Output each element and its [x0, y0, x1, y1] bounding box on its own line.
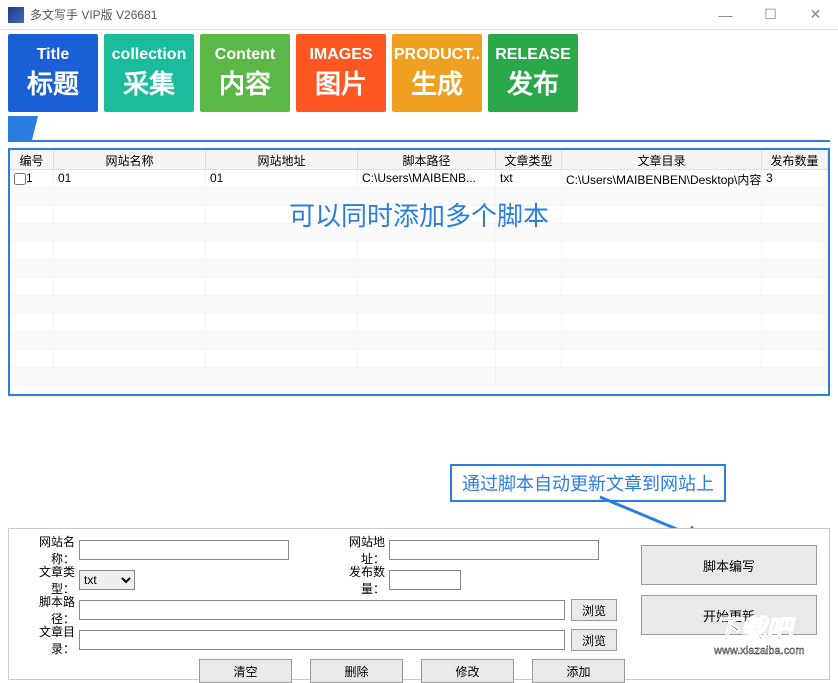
delete-button[interactable]: 删除 — [310, 659, 403, 683]
article-dir-input[interactable] — [79, 630, 565, 650]
header-addr[interactable]: 网站地址 — [206, 150, 358, 169]
browse-script-button[interactable]: 浏览 — [571, 599, 617, 621]
table-row[interactable] — [10, 314, 828, 332]
images-button[interactable]: IMAGES图片 — [296, 34, 386, 112]
modify-button[interactable]: 修改 — [421, 659, 514, 683]
content-button[interactable]: Content内容 — [200, 34, 290, 112]
tab-bar — [8, 116, 830, 142]
header-name[interactable]: 网站名称 — [54, 150, 206, 169]
site-name-input[interactable] — [79, 540, 289, 560]
header-dir[interactable]: 文章目录 — [562, 150, 762, 169]
close-button[interactable]: ✕ — [793, 0, 838, 30]
start-update-button[interactable]: 开始更新 — [641, 595, 817, 635]
minimize-button[interactable]: — — [703, 0, 748, 30]
table-row[interactable] — [10, 242, 828, 260]
script-path-input[interactable] — [79, 600, 565, 620]
header-type[interactable]: 文章类型 — [496, 150, 562, 169]
header-id[interactable]: 编号 — [10, 150, 54, 169]
site-addr-input[interactable] — [389, 540, 599, 560]
clear-button[interactable]: 清空 — [199, 659, 292, 683]
table-row[interactable] — [10, 224, 828, 242]
article-type-select[interactable]: txt — [79, 570, 135, 590]
label-article-dir: 文章目录： — [19, 623, 79, 657]
titlebar: 多文写手 VIP版 V26681 — ☐ ✕ — [0, 0, 838, 30]
app-icon — [8, 7, 24, 23]
window-controls: — ☐ ✕ — [703, 0, 838, 30]
label-article-type: 文章类型： — [19, 563, 79, 597]
add-button[interactable]: 添加 — [532, 659, 625, 683]
maximize-button[interactable]: ☐ — [748, 0, 793, 30]
header-script[interactable]: 脚本路径 — [358, 150, 496, 169]
product-button[interactable]: PRODUCT..生成 — [392, 34, 482, 112]
form-panel: 网站名称： 网站地址： 文章类型： txt 发布数量： 脚本路径： 浏览 文章目… — [8, 528, 830, 680]
label-site-addr: 网站地址： — [329, 533, 389, 567]
script-table: 编号 网站名称 网站地址 脚本路径 文章类型 文章目录 发布数量 1 01 01… — [8, 148, 830, 396]
script-edit-button[interactable]: 脚本编写 — [641, 545, 817, 585]
label-publish-count: 发布数量： — [329, 563, 389, 597]
table-row[interactable] — [10, 350, 828, 368]
table-row[interactable] — [10, 332, 828, 350]
title-button[interactable]: Title标题 — [8, 34, 98, 112]
active-tab-indicator[interactable] — [8, 116, 38, 140]
row-checkbox[interactable] — [14, 173, 26, 185]
table-header: 编号 网站名称 网站地址 脚本路径 文章类型 文章目录 发布数量 — [10, 150, 828, 170]
label-script-path: 脚本路径： — [19, 593, 79, 627]
release-button[interactable]: RELEASE发布 — [488, 34, 578, 112]
table-row[interactable] — [10, 206, 828, 224]
main-toolbar: Title标题 collection采集 Content内容 IMAGES图片 … — [0, 30, 838, 116]
publish-count-input[interactable] — [389, 570, 461, 590]
table-row[interactable] — [10, 368, 828, 386]
table-row[interactable] — [10, 260, 828, 278]
annotation-note: 通过脚本自动更新文章到网站上 — [450, 464, 726, 502]
table-row[interactable] — [10, 296, 828, 314]
header-count[interactable]: 发布数量 — [762, 150, 828, 169]
table-row[interactable] — [10, 278, 828, 296]
table-row[interactable] — [10, 188, 828, 206]
browse-dir-button[interactable]: 浏览 — [571, 629, 617, 651]
table-row[interactable]: 1 01 01 C:\Users\MAIBENB... txt C:\Users… — [10, 170, 828, 188]
window-title: 多文写手 VIP版 V26681 — [30, 6, 703, 23]
collection-button[interactable]: collection采集 — [104, 34, 194, 112]
label-site-name: 网站名称： — [19, 533, 79, 567]
